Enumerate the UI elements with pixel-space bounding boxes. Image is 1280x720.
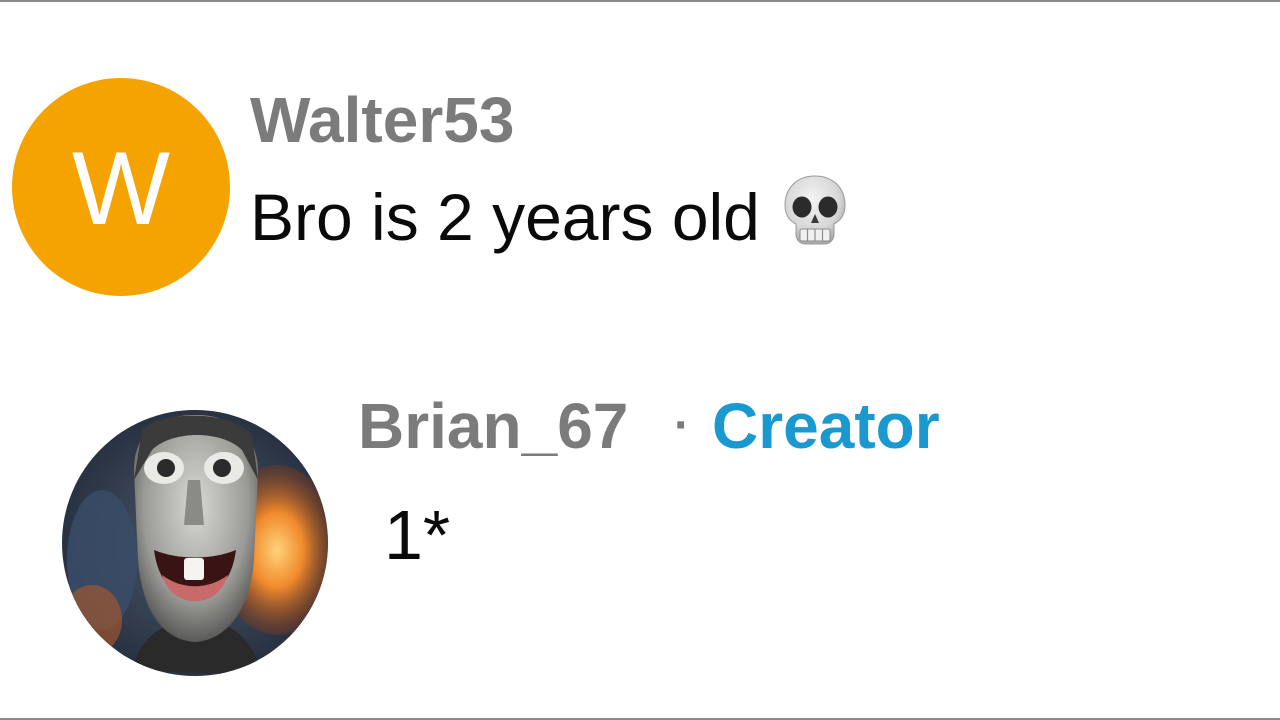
reply-text: 1* bbox=[384, 496, 451, 574]
meta-separator: · bbox=[674, 399, 690, 452]
comment-text: Bro is 2 years old bbox=[250, 180, 760, 254]
skull-icon bbox=[782, 174, 848, 258]
reply: Brian_67 · Creator 1* bbox=[62, 390, 1062, 690]
avatar-letter: W bbox=[71, 131, 171, 247]
comment-body: Bro is 2 years old bbox=[250, 175, 848, 258]
creepy-face-photo bbox=[62, 410, 328, 676]
comment: W Walter53 Bro is 2 years old bbox=[12, 78, 1012, 298]
reply-author[interactable]: Brian_67 bbox=[358, 394, 628, 458]
comment-author[interactable]: Walter53 bbox=[250, 88, 514, 152]
creator-badge: Creator bbox=[712, 390, 940, 462]
avatar[interactable]: W bbox=[12, 78, 230, 296]
avatar[interactable] bbox=[62, 410, 328, 676]
